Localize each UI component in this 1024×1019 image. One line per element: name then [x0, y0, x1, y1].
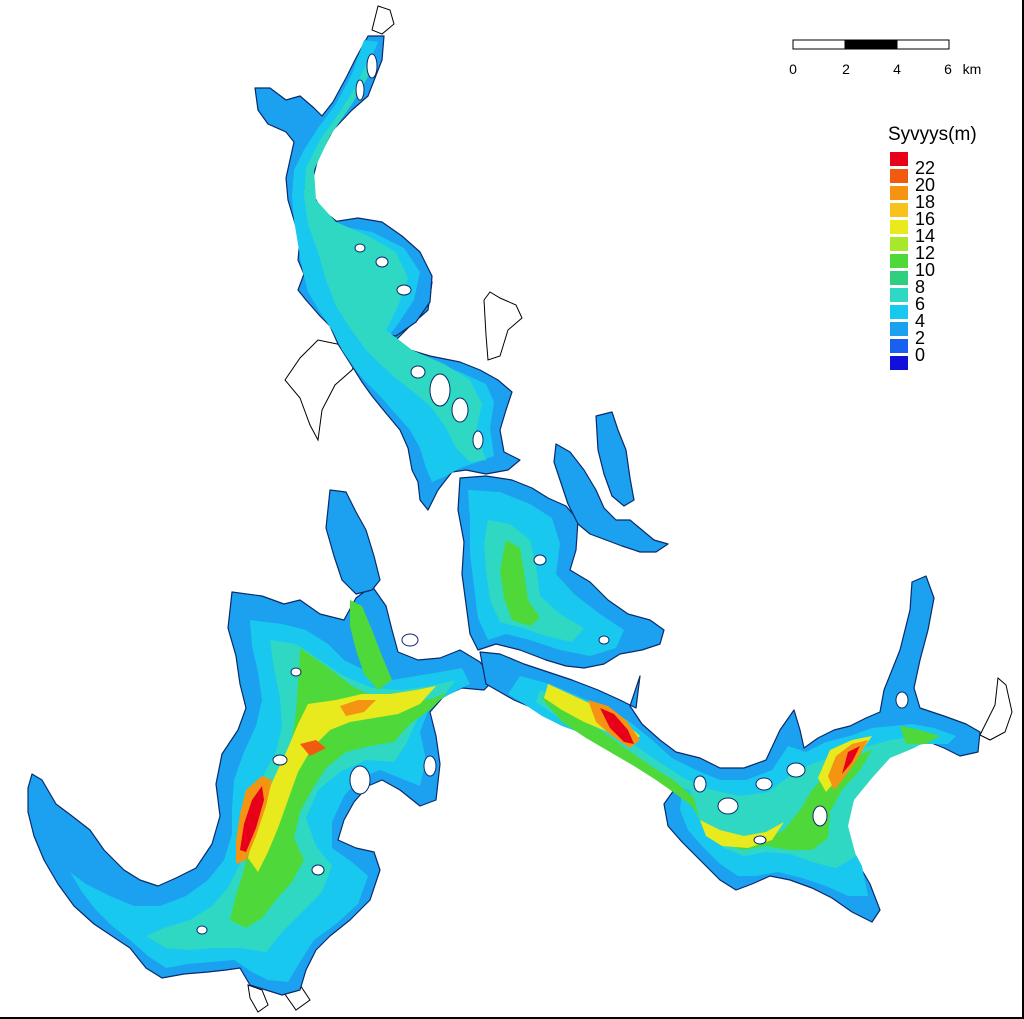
legend-swatch	[890, 305, 908, 319]
east-tip-outline	[979, 676, 1013, 741]
legend-swatch	[890, 271, 908, 285]
lake-depth-map	[27, 5, 1013, 1013]
map-figure: 0 2 4 6 km Syvyys(m) 22 20 18 16 14 12 10 8 6 4 2 0	[0, 0, 1024, 1019]
legend-swatch	[890, 203, 908, 217]
scale-label-4: 4	[893, 61, 901, 77]
west-inlet	[325, 489, 381, 595]
scale-label-6: 6	[944, 61, 952, 77]
scale-label-2: 2	[842, 61, 850, 77]
scale-label-0: 0	[789, 61, 797, 77]
scale-bar-segment-1	[792, 39, 846, 50]
legend-swatch	[890, 220, 908, 234]
legend-swatch	[890, 322, 908, 336]
legend-swatch	[890, 186, 908, 200]
legend-swatch	[890, 339, 908, 353]
legend-label: 0	[915, 345, 926, 365]
legend-swatch	[890, 152, 908, 166]
legend-swatch	[890, 288, 908, 302]
scale-bar	[792, 39, 950, 50]
legend-swatch	[890, 169, 908, 183]
legend-swatch	[890, 254, 908, 268]
scale-bar-segment-3	[896, 39, 950, 50]
northeast-inlet	[595, 411, 635, 507]
legend-swatch	[890, 356, 908, 370]
north-bay-outline	[483, 291, 523, 361]
scale-bar-segment-2	[844, 39, 898, 50]
legend-title: Syvyys(m)	[888, 124, 977, 145]
legend-swatch	[890, 237, 908, 251]
north-tip-outline	[371, 5, 395, 35]
scale-unit: km	[962, 61, 982, 77]
